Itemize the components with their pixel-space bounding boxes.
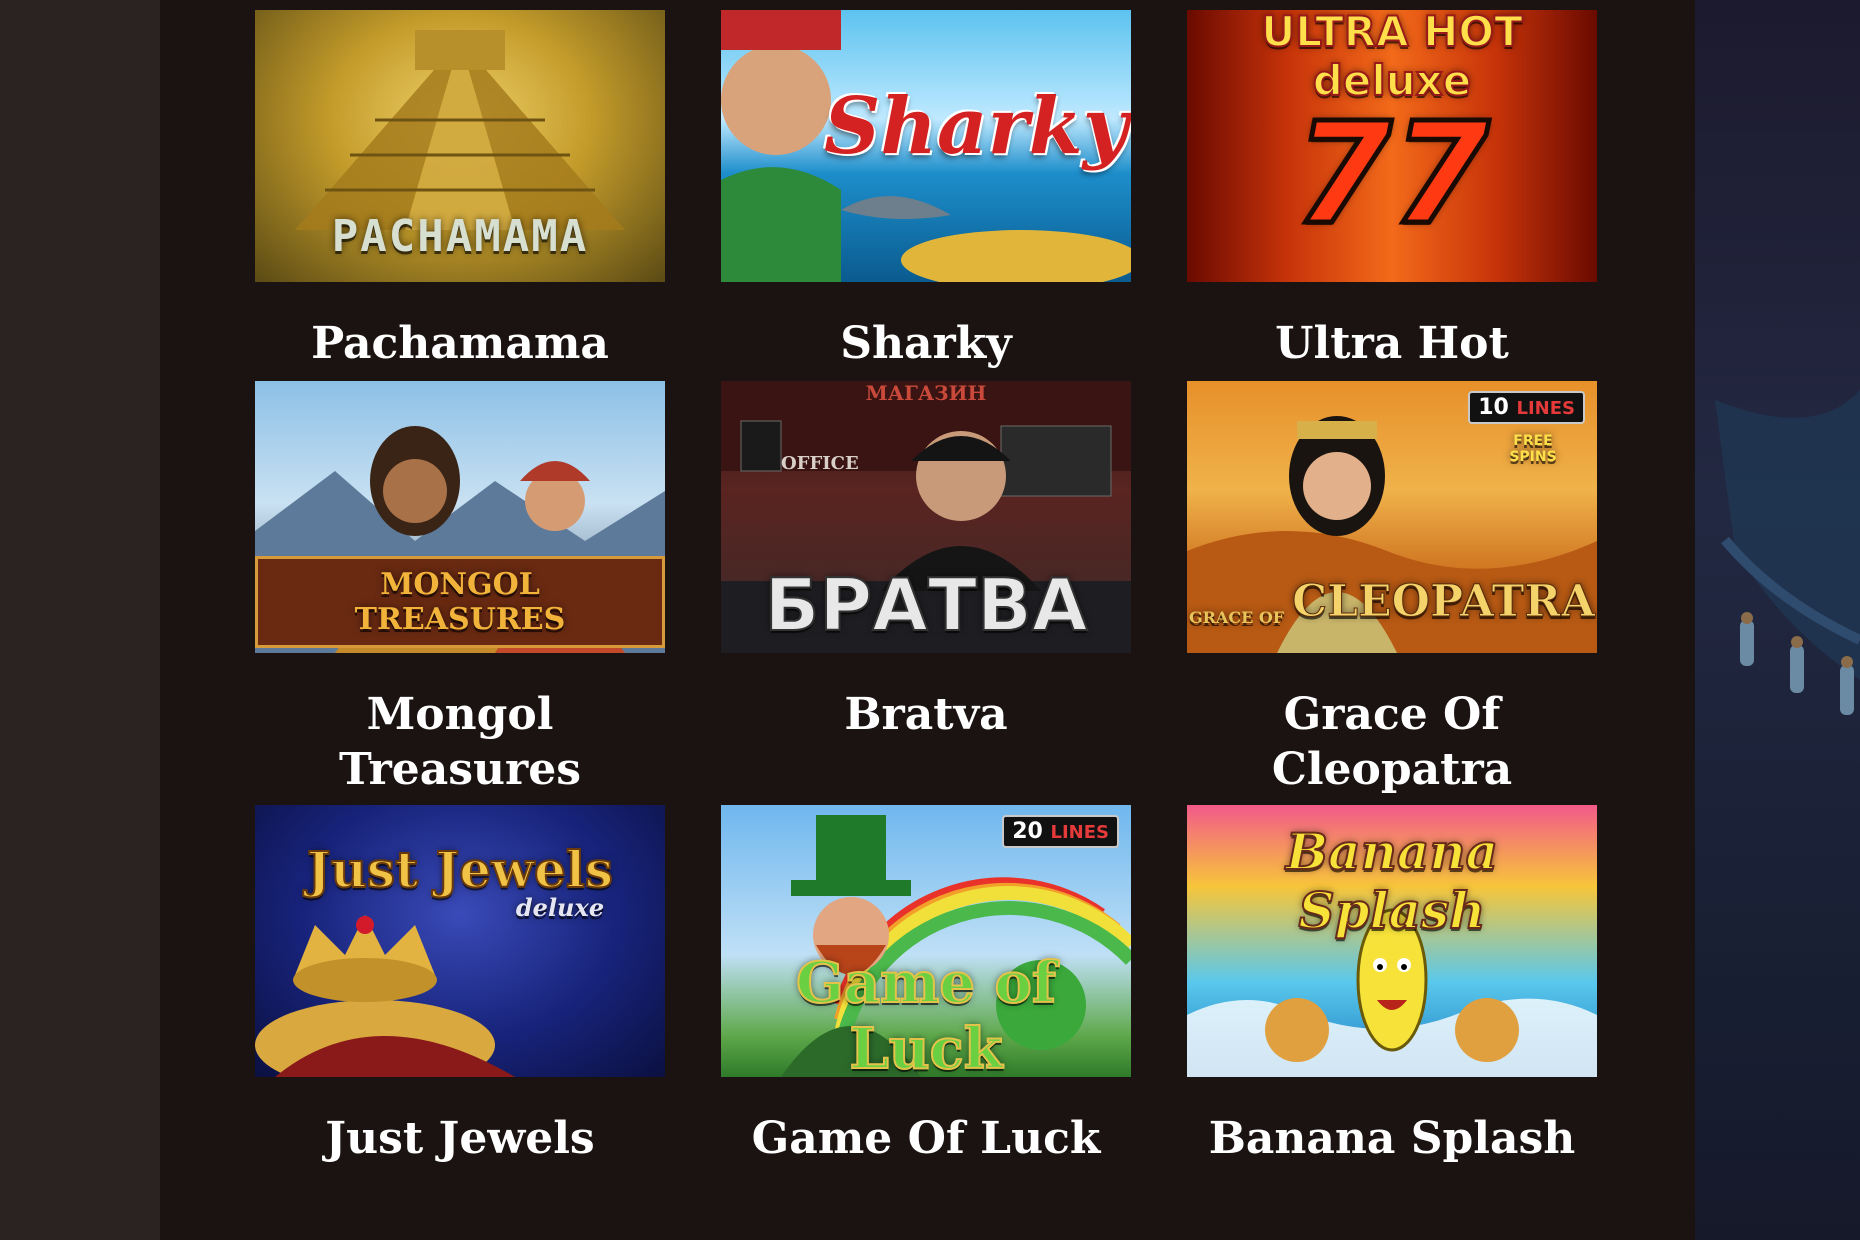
- games-panel: PACHAMAMA Pachamama Sharky Sharky ULTRA: [160, 0, 1695, 1240]
- game-title[interactable]: Just Jewels: [255, 1111, 665, 1166]
- game-card-banana-splash[interactable]: Banana Splash Banana Splash: [1187, 805, 1597, 1166]
- game-title[interactable]: Ultra Hot: [1187, 316, 1597, 371]
- game-thumbnail[interactable]: МАГАЗИН OFFICE БРАТВА: [721, 381, 1131, 653]
- game-logo: Sharky: [823, 80, 1129, 172]
- game-thumbnail[interactable]: Banana Splash: [1187, 805, 1597, 1077]
- page-background-right: [1695, 0, 1860, 1240]
- game-card-mongol-treasures[interactable]: MONGOL TREASURES Mongol Treasures: [255, 381, 665, 797]
- game-logo-prefix: GRACE OF: [1188, 608, 1285, 627]
- game-logo: Game of Luck: [795, 949, 1057, 1077]
- game-thumbnail[interactable]: PACHAMAMA: [255, 10, 665, 282]
- game-card-sharky[interactable]: Sharky Sharky: [721, 10, 1131, 371]
- game-logo: MONGOL TREASURES: [255, 556, 665, 648]
- street-sign: МАГАЗИН: [865, 381, 987, 405]
- game-thumbnail[interactable]: Just Jewels deluxe: [255, 805, 665, 1077]
- game-card-grace-of-cleopatra[interactable]: 10 LINES FREE SPINS GRACE OF CLEOPATRA G…: [1187, 381, 1597, 797]
- game-grid: PACHAMAMA Pachamama Sharky Sharky ULTRA: [255, 10, 1598, 1166]
- office-sign: OFFICE: [781, 453, 859, 474]
- game-logo: ULTRA HOT deluxe: [1260, 10, 1524, 106]
- game-thumbnail[interactable]: ULTRA HOT deluxe 77: [1187, 10, 1597, 282]
- game-logo: Just Jewels: [306, 839, 614, 900]
- game-title[interactable]: Pachamama: [255, 316, 665, 371]
- game-card-game-of-luck[interactable]: 20 LINES Game of Luck Game Of Luck: [721, 805, 1131, 1166]
- game-card-just-jewels[interactable]: Just Jewels deluxe Just Jewels: [255, 805, 665, 1166]
- free-spins-badge: FREE SPINS: [1509, 433, 1557, 465]
- page-background-left: [0, 0, 160, 1240]
- game-title[interactable]: Banana Splash: [1187, 1111, 1597, 1166]
- game-card-ultra-hot[interactable]: ULTRA HOT deluxe 77 Ultra Hot: [1187, 10, 1597, 371]
- game-title[interactable]: Grace Of Cleopatra: [1187, 687, 1597, 797]
- game-card-pachamama[interactable]: PACHAMAMA Pachamama: [255, 10, 665, 371]
- game-logo: Banana Splash: [1285, 821, 1499, 941]
- lines-badge: 20 LINES: [1002, 815, 1119, 848]
- game-logo-sub: deluxe: [515, 893, 605, 922]
- game-logo: БРАТВА: [763, 562, 1088, 648]
- game-title[interactable]: Sharky: [721, 316, 1131, 371]
- game-thumbnail[interactable]: MONGOL TREASURES: [255, 381, 665, 653]
- game-card-bratva[interactable]: МАГАЗИН OFFICE БРАТВА Bratva: [721, 381, 1131, 797]
- game-logo-sevens: 77: [1292, 93, 1492, 256]
- game-title[interactable]: Game Of Luck: [721, 1111, 1131, 1166]
- game-thumbnail[interactable]: 10 LINES FREE SPINS GRACE OF CLEOPATRA: [1187, 381, 1597, 653]
- game-thumbnail[interactable]: Sharky: [721, 10, 1131, 282]
- game-title[interactable]: Bratva: [721, 687, 1131, 742]
- game-title[interactable]: Mongol Treasures: [255, 687, 665, 797]
- game-logo: CLEOPATRA: [1292, 576, 1596, 628]
- game-thumbnail[interactable]: 20 LINES Game of Luck: [721, 805, 1131, 1077]
- lines-badge: 10 LINES: [1468, 391, 1585, 424]
- curtain-decoration-icon: [1715, 390, 1860, 715]
- game-logo: PACHAMAMA: [331, 210, 589, 262]
